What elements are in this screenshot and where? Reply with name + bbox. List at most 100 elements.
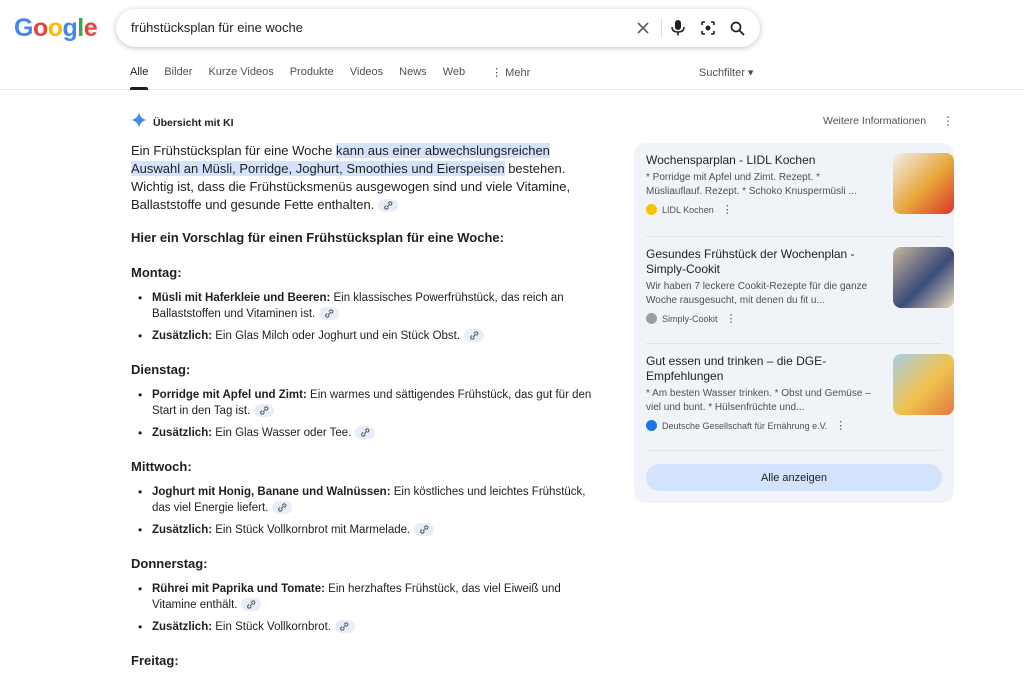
source-thumbnail[interactable] <box>893 153 954 214</box>
day-heading: Mittwoch: <box>131 459 192 474</box>
source-title[interactable]: Gesundes Frühstück der Wochenplan - Simp… <box>646 247 871 277</box>
more-options-icon[interactable]: ⋮ <box>726 312 737 325</box>
tab-news[interactable]: News <box>399 64 427 90</box>
link-icon[interactable] <box>355 426 376 440</box>
logo-letter: G <box>14 14 33 42</box>
item-label: Rührei mit Paprika und Tomate: <box>152 583 325 595</box>
source-snippet: Wir haben 7 leckere Cookit-Rezepte für d… <box>646 281 868 306</box>
day-heading: Dienstag: <box>131 362 191 377</box>
list-item: Zusätzlich: Ein Glas Milch oder Joghurt … <box>131 328 601 344</box>
source-card[interactable]: Gut essen und trinken – die DGE-Empfehlu… <box>646 354 954 432</box>
header: Google frühstücksplan für eine woche All… <box>0 0 1024 90</box>
search-box[interactable]: frühstücksplan für eine woche <box>116 9 760 47</box>
link-icon[interactable] <box>241 598 262 612</box>
divider <box>661 18 662 38</box>
source-card[interactable]: Wochensparplan - LIDL Kochen * Porridge m… <box>646 153 954 216</box>
logo-letter: o <box>47 14 63 42</box>
source-title[interactable]: Gut essen und trinken – die DGE-Empfehlu… <box>646 354 871 384</box>
search-icon[interactable] <box>726 17 748 39</box>
day-heading: Montag: <box>131 265 182 280</box>
lens-icon[interactable] <box>697 17 719 39</box>
more-info-link[interactable]: Weitere Informationen <box>823 115 926 127</box>
days-list: Montag: Müsli mit Haferkleie und Beeren: … <box>131 264 601 670</box>
source-thumbnail[interactable] <box>893 354 954 415</box>
ai-overview-content: Ein Frühstücksplan für eine Woche kann a… <box>131 142 601 670</box>
ai-overview-header: Übersicht mit KI <box>131 112 234 133</box>
item-label: Joghurt mit Honig, Banane und Walnüssen: <box>152 486 391 498</box>
list-item: Müsli mit Haferkleie und Beeren: Ein kla… <box>131 290 601 322</box>
source-site: Simply-Cookit ⋮ <box>646 312 944 325</box>
list-item: Rührei mit Paprika und Tomate: Ein herzh… <box>131 581 601 613</box>
item-label: Zusätzlich: <box>152 621 213 633</box>
day-items: Joghurt mit Honig, Banane und Walnüssen:… <box>131 484 601 538</box>
item-label: Zusätzlich: <box>152 427 213 439</box>
tab-alle[interactable]: Alle <box>130 64 149 90</box>
link-icon[interactable] <box>378 199 399 213</box>
source-site-name: Simply-Cookit <box>662 313 718 324</box>
item-text: Ein Stück Vollkornbrot mit Marmelade. <box>212 524 411 536</box>
divider <box>646 343 942 344</box>
item-text: Ein Stück Vollkornbrot. <box>212 621 331 633</box>
list-item: Porridge mit Apfel und Zimt: Ein warmes … <box>131 387 601 419</box>
item-label: Zusätzlich: <box>152 524 213 536</box>
divider <box>646 450 942 451</box>
tab-produkte[interactable]: Produkte <box>290 64 334 90</box>
more-options-icon[interactable]: ⋮ <box>942 114 954 128</box>
item-label: Müsli mit Haferkleie und Beeren: <box>152 292 331 304</box>
source-thumbnail[interactable] <box>893 247 954 308</box>
logo-letter: g <box>62 14 78 42</box>
tab-bilder[interactable]: Bilder <box>164 64 192 90</box>
item-label: Porridge mit Apfel und Zimt: <box>152 389 307 401</box>
source-card[interactable]: Gesundes Frühstück der Wochenplan - Simp… <box>646 247 954 325</box>
source-site-name: LIDL Kochen <box>662 204 714 215</box>
link-icon[interactable] <box>272 501 293 515</box>
day-items: Porridge mit Apfel und Zimt: Ein warmes … <box>131 387 601 441</box>
source-snippet: * Am besten Wasser trinken. * Obst und G… <box>646 388 871 413</box>
source-site: Deutsche Gesellschaft für Ernährung e.V.… <box>646 419 944 432</box>
link-icon[interactable] <box>319 307 340 321</box>
link-icon[interactable] <box>334 620 355 634</box>
clear-icon[interactable] <box>632 17 654 39</box>
day-heading: Donnerstag: <box>131 556 208 571</box>
logo-letter: o <box>32 14 48 42</box>
plan-subheading: Hier ein Vorschlag für einen Frühstücksp… <box>131 230 504 245</box>
search-input[interactable]: frühstücksplan für eine woche <box>131 20 303 35</box>
list-item: Joghurt mit Honig, Banane und Walnüssen:… <box>131 484 601 516</box>
list-item: Zusätzlich: Ein Glas Wasser oder Tee. <box>131 425 601 441</box>
logo-letter: e <box>83 14 98 42</box>
more-options-icon[interactable]: ⋮ <box>722 203 733 216</box>
show-all-button[interactable]: Alle anzeigen <box>646 464 942 491</box>
item-text: Ein Glas Milch oder Joghurt und ein Stüc… <box>212 330 461 342</box>
source-snippet: * Porridge mit Apfel und Zimt. Rezept. *… <box>646 172 857 197</box>
favicon-icon <box>646 313 657 324</box>
more-options-icon[interactable]: ⋮ <box>835 419 846 432</box>
microphone-icon[interactable] <box>667 17 689 39</box>
source-site-name: Deutsche Gesellschaft für Ernährung e.V. <box>662 420 828 431</box>
list-item: Zusätzlich: Ein Stück Vollkornbrot. <box>131 619 601 635</box>
favicon-icon <box>646 420 657 431</box>
day-items: Rührei mit Paprika und Tomate: Ein herzh… <box>131 581 601 635</box>
item-label: Zusätzlich: <box>152 330 213 342</box>
sources-panel: Wochensparplan - LIDL Kochen * Porridge m… <box>634 143 954 503</box>
link-icon[interactable] <box>254 404 275 418</box>
tab-mehr[interactable]: ⋮ Mehr <box>491 64 530 90</box>
ai-intro: Ein Frühstücksplan für eine Woche kann a… <box>131 142 601 214</box>
tab-web[interactable]: Web <box>443 64 465 90</box>
day-items: Müsli mit Haferkleie und Beeren: Ein kla… <box>131 290 601 344</box>
divider <box>646 236 942 237</box>
ai-overview-title: Übersicht mit KI <box>153 116 234 129</box>
item-text: Ein Glas Wasser oder Tee. <box>212 427 352 439</box>
sparkle-icon <box>131 112 147 133</box>
search-tabs: Alle Bilder Kurze Videos Produkte Videos… <box>130 64 546 90</box>
google-logo[interactable]: Google <box>14 14 98 43</box>
link-icon[interactable] <box>464 329 485 343</box>
tab-videos[interactable]: Videos <box>350 64 383 90</box>
day-heading: Freitag: <box>131 653 179 668</box>
link-icon[interactable] <box>414 523 435 537</box>
source-title[interactable]: Wochensparplan - LIDL Kochen <box>646 153 871 168</box>
favicon-icon <box>646 204 657 215</box>
suchfilter-dropdown[interactable]: Suchfilter ▾ <box>699 66 753 79</box>
intro-text: Ein Frühstücksplan für eine Woche <box>131 143 336 158</box>
list-item: Zusätzlich: Ein Stück Vollkornbrot mit M… <box>131 522 601 538</box>
tab-kurze-videos[interactable]: Kurze Videos <box>208 64 273 90</box>
